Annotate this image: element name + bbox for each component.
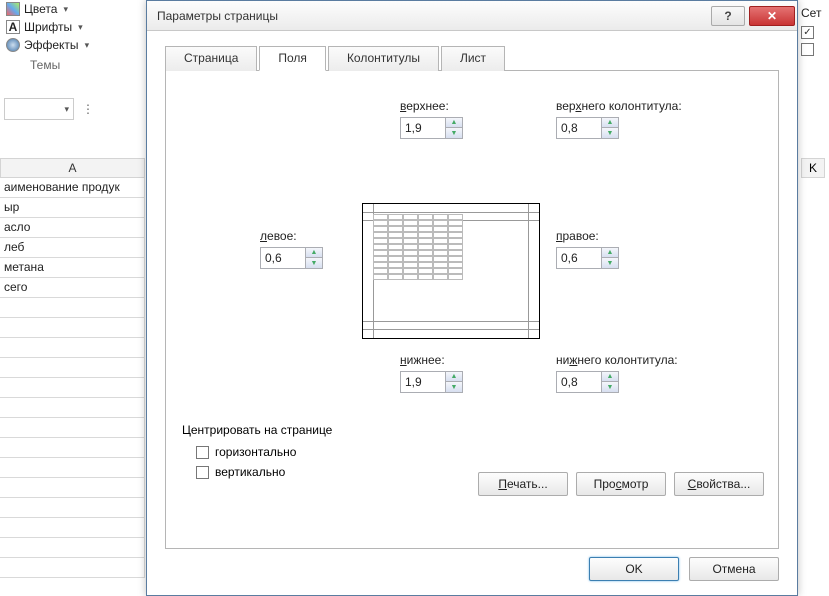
top-margin-spinner[interactable]: ▲▼ bbox=[400, 117, 463, 139]
right-margin-spinner[interactable]: ▲▼ bbox=[556, 247, 619, 269]
colors-menu[interactable]: Цвета ▾ bbox=[0, 0, 145, 18]
top-margin-input[interactable] bbox=[400, 117, 446, 139]
chevron-down-icon: ▾ bbox=[64, 104, 69, 115]
cell[interactable] bbox=[0, 338, 145, 358]
cell[interactable] bbox=[0, 318, 145, 338]
margins-panel: верхнее: ▲▼ верхнего колонтитула: ▲▼ лев… bbox=[165, 71, 779, 549]
left-margin-label: левое: bbox=[260, 229, 297, 243]
cell[interactable] bbox=[0, 458, 145, 478]
center-vertical-checkbox[interactable]: вертикально bbox=[196, 465, 332, 479]
close-button[interactable]: ✕ bbox=[749, 6, 795, 26]
cell[interactable] bbox=[0, 398, 145, 418]
footer-margin-spinner[interactable]: ▲▼ bbox=[556, 371, 619, 393]
spin-down-icon[interactable]: ▼ bbox=[602, 258, 618, 268]
cell[interactable]: метана bbox=[0, 258, 145, 278]
bottom-margin-spinner[interactable]: ▲▼ bbox=[400, 371, 463, 393]
titlebar[interactable]: Параметры страницы ? ✕ bbox=[147, 1, 797, 31]
right-margin-input[interactable] bbox=[556, 247, 602, 269]
cells-column: аименование продук ыр асло леб метана се… bbox=[0, 178, 145, 578]
cell[interactable] bbox=[0, 298, 145, 318]
cell[interactable]: сего bbox=[0, 278, 145, 298]
footer-margin-label: нижнего колонтитула: bbox=[556, 353, 678, 367]
print-button[interactable]: Печать... bbox=[478, 472, 568, 496]
tab-headers[interactable]: Колонтитулы bbox=[328, 46, 439, 71]
cell[interactable] bbox=[0, 538, 145, 558]
chevron-down-icon: ▾ bbox=[85, 40, 90, 51]
checkbox-icon: ✓ bbox=[801, 26, 814, 39]
bottom-margin-input[interactable] bbox=[400, 371, 446, 393]
cell[interactable] bbox=[0, 478, 145, 498]
effects-menu[interactable]: Эффекты ▾ bbox=[0, 36, 145, 54]
checkbox-icon bbox=[196, 446, 209, 459]
cell[interactable]: асло bbox=[0, 218, 145, 238]
gridlines-view-checkbox[interactable]: ✓ bbox=[797, 24, 829, 41]
dialog-title: Параметры страницы bbox=[157, 9, 709, 23]
cell[interactable]: ыр bbox=[0, 198, 145, 218]
column-header-a[interactable]: A bbox=[0, 158, 145, 178]
left-margin-spinner[interactable]: ▲▼ bbox=[260, 247, 323, 269]
spin-down-icon[interactable]: ▼ bbox=[446, 128, 462, 138]
header-margin-input[interactable] bbox=[556, 117, 602, 139]
top-margin-label: верхнее: bbox=[400, 99, 449, 113]
help-button[interactable]: ? bbox=[711, 6, 745, 26]
cell[interactable]: леб bbox=[0, 238, 145, 258]
cell[interactable]: аименование продук bbox=[0, 178, 145, 198]
spin-up-icon[interactable]: ▲ bbox=[446, 118, 462, 128]
spin-down-icon[interactable]: ▼ bbox=[602, 382, 618, 392]
center-horizontal-label: горизонтально bbox=[215, 445, 296, 459]
spin-up-icon[interactable]: ▲ bbox=[602, 372, 618, 382]
chevron-down-icon: ▾ bbox=[78, 22, 83, 33]
tabs: Страница Поля Колонтитулы Лист bbox=[165, 45, 779, 71]
colors-label: Цвета bbox=[24, 2, 57, 16]
effects-icon bbox=[6, 38, 20, 52]
right-margin-label: правое: bbox=[556, 229, 599, 243]
center-horizontal-checkbox[interactable]: горизонтально bbox=[196, 445, 332, 459]
page-setup-dialog: Параметры страницы ? ✕ Страница Поля Кол… bbox=[146, 0, 798, 596]
properties-button[interactable]: Свойства... bbox=[674, 472, 764, 496]
spin-up-icon[interactable]: ▲ bbox=[602, 248, 618, 258]
cell[interactable] bbox=[0, 378, 145, 398]
fonts-label: Шрифты bbox=[24, 20, 72, 34]
themes-group-label: Темы bbox=[0, 54, 145, 78]
center-vertical-label: вертикально bbox=[215, 465, 285, 479]
gridlines-label: Сет bbox=[797, 0, 829, 24]
cell[interactable] bbox=[0, 498, 145, 518]
colors-icon bbox=[6, 2, 20, 16]
bottom-margin-label: нижнее: bbox=[400, 353, 445, 367]
cell[interactable] bbox=[0, 438, 145, 458]
more-icon[interactable]: ⋮ bbox=[82, 102, 95, 116]
center-on-page-label: Центрировать на странице bbox=[182, 423, 332, 437]
footer-margin-input[interactable] bbox=[556, 371, 602, 393]
fonts-menu[interactable]: A Шрифты ▾ bbox=[0, 18, 145, 36]
effects-label: Эффекты bbox=[24, 38, 79, 52]
cell[interactable] bbox=[0, 418, 145, 438]
cancel-button[interactable]: Отмена bbox=[689, 557, 779, 581]
spin-up-icon[interactable]: ▲ bbox=[306, 248, 322, 258]
checkbox-icon bbox=[196, 466, 209, 479]
preview-button[interactable]: Просмотр bbox=[576, 472, 666, 496]
tab-page[interactable]: Страница bbox=[165, 46, 257, 71]
spin-up-icon[interactable]: ▲ bbox=[446, 372, 462, 382]
ok-button[interactable]: OK bbox=[589, 557, 679, 581]
dropdown[interactable]: ▾ bbox=[4, 98, 74, 120]
spin-down-icon[interactable]: ▼ bbox=[602, 128, 618, 138]
cell[interactable] bbox=[0, 358, 145, 378]
tab-sheet[interactable]: Лист bbox=[441, 46, 505, 71]
cell[interactable] bbox=[0, 558, 145, 578]
cell[interactable] bbox=[0, 518, 145, 538]
margin-preview bbox=[362, 203, 540, 339]
column-header-k[interactable]: K bbox=[801, 158, 825, 178]
tab-margins[interactable]: Поля bbox=[259, 46, 326, 71]
fonts-icon: A bbox=[6, 20, 20, 34]
chevron-down-icon: ▾ bbox=[63, 4, 68, 15]
spin-down-icon[interactable]: ▼ bbox=[306, 258, 322, 268]
spin-up-icon[interactable]: ▲ bbox=[602, 118, 618, 128]
gridlines-print-checkbox[interactable] bbox=[797, 41, 829, 58]
checkbox-icon bbox=[801, 43, 814, 56]
header-margin-label: верхнего колонтитула: bbox=[556, 99, 682, 113]
left-margin-input[interactable] bbox=[260, 247, 306, 269]
spin-down-icon[interactable]: ▼ bbox=[446, 382, 462, 392]
header-margin-spinner[interactable]: ▲▼ bbox=[556, 117, 619, 139]
